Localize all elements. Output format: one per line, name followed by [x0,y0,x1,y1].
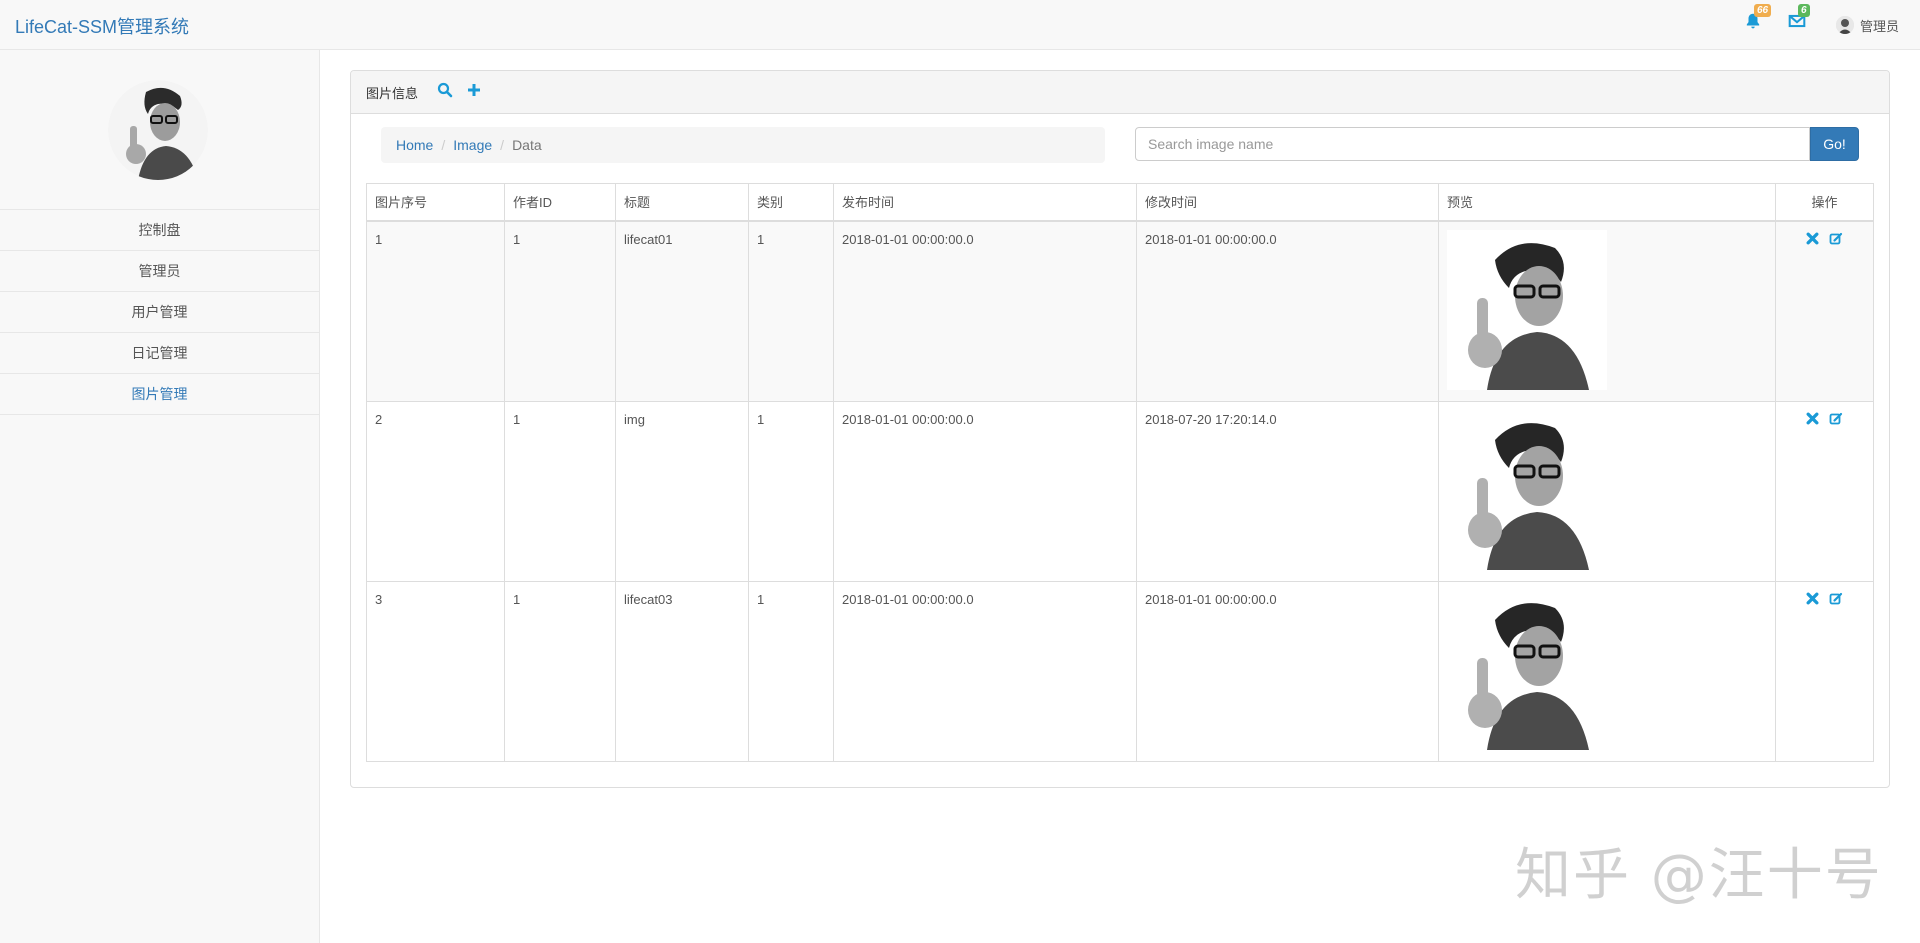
cell-published: 2018-01-01 00:00:00.0 [833,581,1137,762]
cell-id: 2 [366,401,505,582]
cell-actions [1775,220,1874,402]
preview-image [1447,410,1607,570]
table-row: 3 1 lifecat03 1 2018-01-01 00:00:00.0 20… [366,581,1874,762]
col-header-actions: 操作 [1775,183,1874,222]
sidebar-menu: 控制盘 管理员 用户管理 日记管理 图片管理 [0,209,319,415]
cell-author: 1 [504,581,616,762]
user-menu[interactable]: 管理员 [1836,14,1899,36]
col-header-title: 标题 [615,183,749,222]
breadcrumb-current: Data [512,137,542,153]
breadcrumb-image[interactable]: Image [453,137,492,153]
sidebar: 控制盘 管理员 用户管理 日记管理 图片管理 [0,50,320,943]
cell-title: lifecat03 [615,581,749,762]
cell-category: 1 [748,581,834,762]
col-header-author: 作者ID [504,183,616,222]
cell-actions [1775,581,1874,762]
messages-button[interactable]: 6 [1788,4,1810,34]
cell-author: 1 [504,401,616,582]
delete-icon[interactable] [1806,412,1819,428]
cell-id: 1 [366,220,505,402]
col-header-id: 图片序号 [366,183,505,222]
image-table: 图片序号 作者ID 标题 类别 发布时间 修改时间 预览 操作 1 1 life… [366,183,1874,762]
edit-icon[interactable] [1829,592,1843,609]
cell-author: 1 [504,220,616,402]
col-header-published: 发布时间 [833,183,1137,222]
cell-published: 2018-01-01 00:00:00.0 [833,401,1137,582]
watermark: 知乎 @汪十号 [1515,843,1883,908]
cell-published: 2018-01-01 00:00:00.0 [833,220,1137,402]
notifications-button[interactable]: 66 [1744,4,1772,34]
delete-icon[interactable] [1806,592,1819,608]
top-navbar: LifeCat-SSM管理系统 66 6 管理员 [0,0,1920,50]
preview-image [1447,230,1607,390]
cell-preview [1438,581,1776,762]
notification-count-badge: 66 [1754,4,1772,17]
panel-heading: 图片信息 [351,71,1889,114]
cell-modified: 2018-01-01 00:00:00.0 [1136,220,1439,402]
cell-category: 1 [748,220,834,402]
cell-category: 1 [748,401,834,582]
delete-icon[interactable] [1806,232,1819,248]
sidebar-item-admin[interactable]: 管理员 [0,250,319,291]
message-count-badge: 6 [1798,4,1810,17]
image-info-panel: 图片信息 Home/Image/Data Go! 图片序号 作者ID 标题 [350,70,1890,788]
sidebar-item-dashboard[interactable]: 控制盘 [0,209,319,250]
sidebar-item-diary[interactable]: 日记管理 [0,332,319,373]
cell-preview [1438,220,1776,402]
app-brand[interactable]: LifeCat-SSM管理系统 [15,13,189,39]
sidebar-item-users[interactable]: 用户管理 [0,291,319,332]
profile-avatar [108,80,208,180]
cell-title: img [615,401,749,582]
user-avatar [1836,16,1854,34]
edit-icon[interactable] [1829,232,1843,249]
col-header-modified: 修改时间 [1136,183,1439,222]
user-name: 管理员 [1860,18,1900,34]
go-button[interactable]: Go! [1810,127,1859,161]
search-icon[interactable] [437,82,453,101]
cell-modified: 2018-01-01 00:00:00.0 [1136,581,1439,762]
panel-title: 图片信息 [366,86,419,101]
cell-title: lifecat01 [615,220,749,402]
cell-preview [1438,401,1776,582]
search-input[interactable] [1135,127,1810,161]
col-header-preview: 预览 [1438,183,1776,222]
table-header-row: 图片序号 作者ID 标题 类别 发布时间 修改时间 预览 操作 [366,183,1874,222]
cell-id: 3 [366,581,505,762]
col-header-category: 类别 [748,183,834,222]
cell-modified: 2018-07-20 17:20:14.0 [1136,401,1439,582]
edit-icon[interactable] [1829,412,1843,429]
table-row: 1 1 lifecat01 1 2018-01-01 00:00:00.0 20… [366,220,1874,402]
plus-icon[interactable] [466,82,482,101]
cell-actions [1775,401,1874,582]
preview-image [1447,590,1607,750]
breadcrumb: Home / Image / Data [381,127,1105,163]
sidebar-item-images[interactable]: 图片管理 [0,373,319,415]
table-row: 2 1 img 1 2018-01-01 00:00:00.0 2018-07-… [366,401,1874,582]
search-group: Go! [1135,127,1859,161]
breadcrumb-home[interactable]: Home [396,137,433,153]
